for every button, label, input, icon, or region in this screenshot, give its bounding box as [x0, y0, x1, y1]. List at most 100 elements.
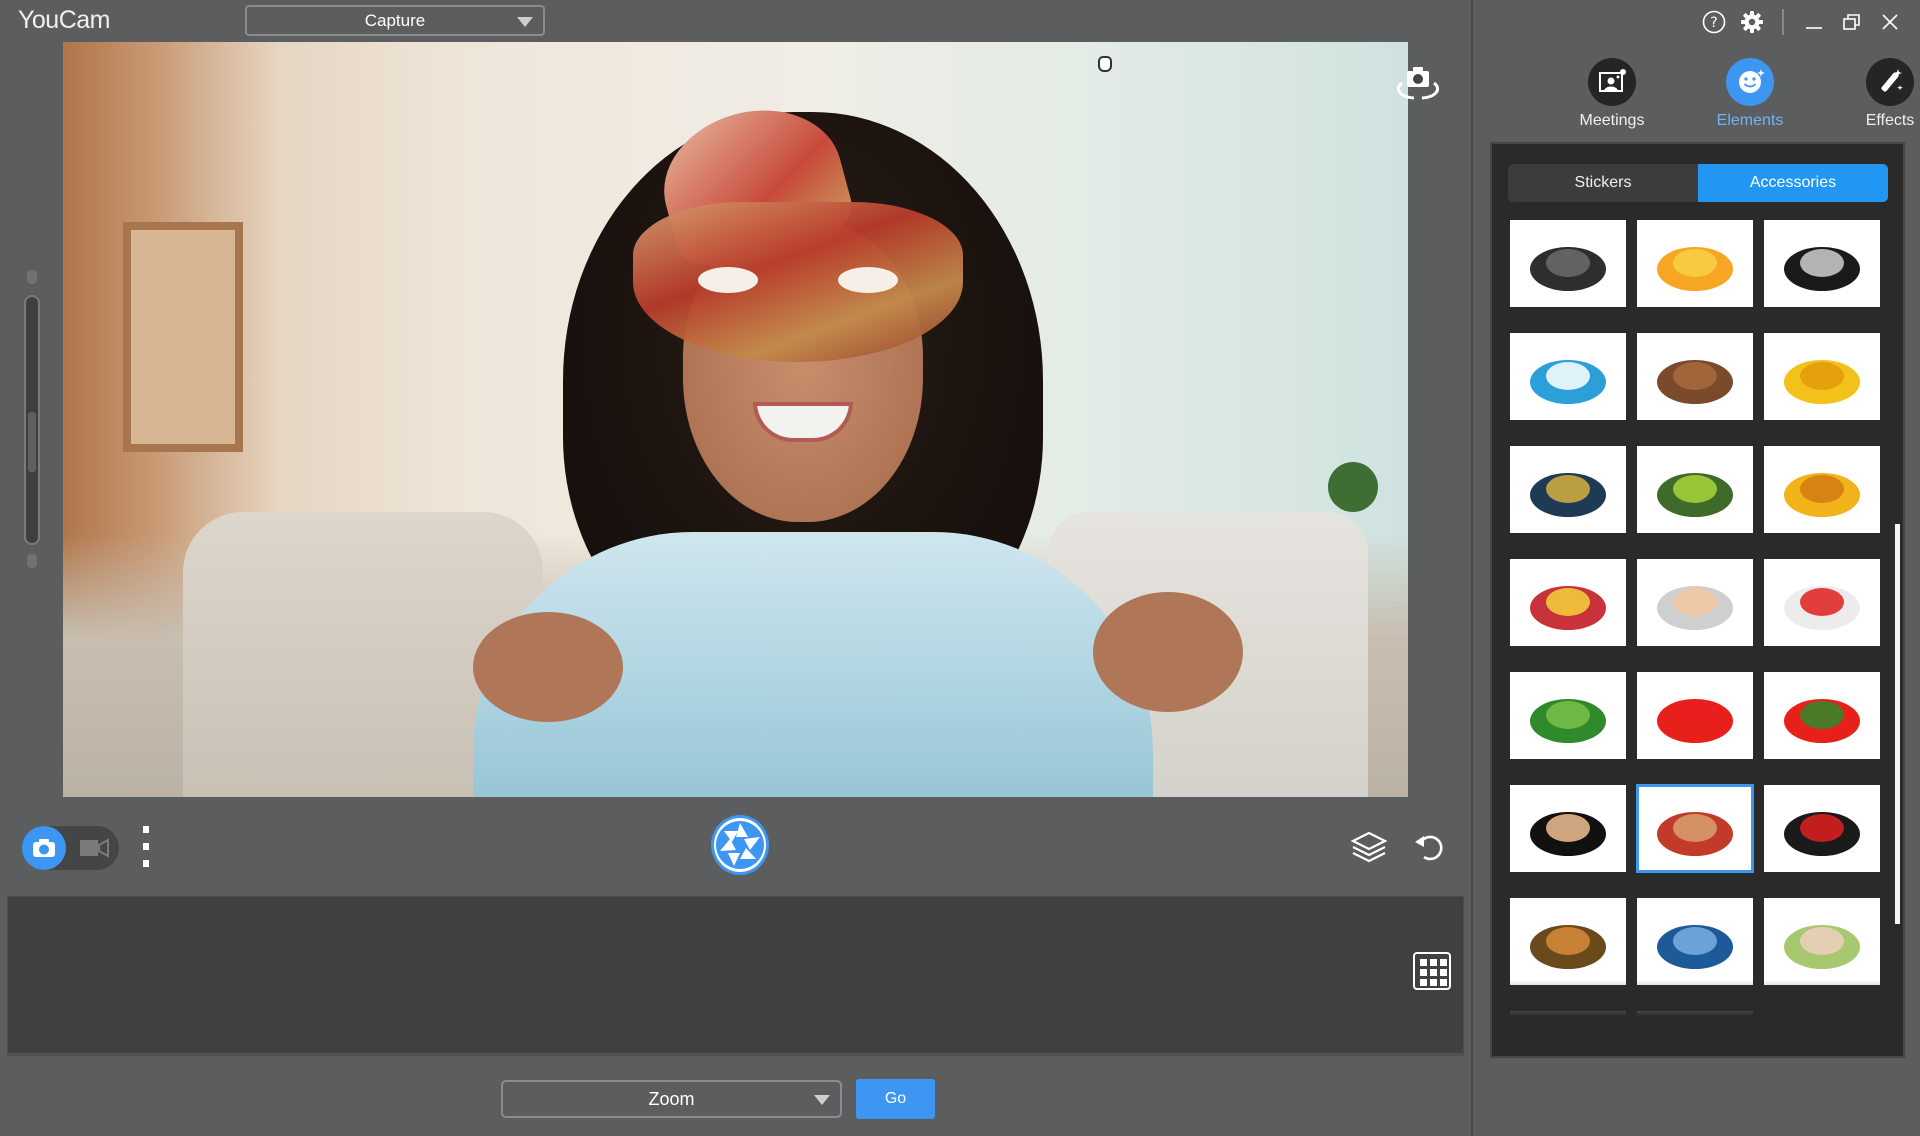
jester-mask-icon — [1523, 907, 1613, 977]
more-vertical-icon — [143, 826, 149, 833]
camera-preview[interactable] — [63, 42, 1408, 797]
accessory-thumb-party-hat-blue-stripes[interactable] — [1510, 333, 1626, 420]
blue-feather-mask-icon — [1650, 907, 1740, 977]
accessory-thumb-masquerade-mask-red[interactable] — [1636, 784, 1754, 873]
rotate-camera-button[interactable] — [1390, 65, 1446, 105]
video-mode-button[interactable] — [80, 838, 110, 858]
reindeer-antlers-icon — [1777, 681, 1867, 751]
photo-mode-button[interactable] — [22, 826, 66, 870]
grid-cell — [1430, 959, 1437, 966]
accessory-thumb-feather-headdress[interactable] — [1510, 559, 1626, 646]
mode-select[interactable]: Capture — [245, 5, 545, 36]
accessory-thumb-bowler-hat-monocle[interactable] — [1764, 785, 1880, 872]
shutter-icon — [716, 821, 764, 869]
camera-icon — [33, 839, 55, 857]
accessories-scrollbar[interactable] — [1895, 314, 1901, 924]
zoom-out-cap[interactable] — [27, 554, 37, 568]
tab-elements-circle — [1726, 58, 1774, 106]
accessory-thumb-reindeer-antlers[interactable] — [1764, 672, 1880, 759]
accessory-thumb-gas-mask[interactable] — [1510, 220, 1626, 307]
accessory-thumb-police-cap[interactable] — [1764, 220, 1880, 307]
conferencing-app-value: Zoom — [648, 1088, 695, 1109]
accessory-thumb-cowboy-hat[interactable] — [1637, 333, 1753, 420]
mode-select-value: Capture — [364, 10, 426, 30]
restore-button[interactable] — [1840, 10, 1864, 34]
minimize-button[interactable] — [1802, 10, 1826, 34]
minimize-icon — [1806, 27, 1822, 29]
accessory-thumb-party-hat-orange[interactable] — [1637, 220, 1753, 307]
cucumber-face-mask-icon — [1777, 907, 1867, 977]
cowboy-hat-icon — [1650, 342, 1740, 412]
tab-effects-circle — [1866, 58, 1914, 106]
settings-button[interactable] — [1740, 10, 1764, 34]
grid-icon — [1420, 959, 1427, 966]
side-panel: ? Meetings Elements Effects Stickers Acc… — [1473, 0, 1920, 1136]
accessories-grid — [1510, 220, 1882, 1040]
accessory-thumb-jester-mask[interactable] — [1510, 898, 1626, 985]
window-controls: ? — [1702, 8, 1902, 36]
party-hat-orange-icon — [1650, 229, 1740, 299]
layers-button[interactable] — [1350, 830, 1388, 864]
accessory-thumb-cucumber-face-mask[interactable] — [1764, 898, 1880, 985]
accessory-thumb-groucho-glasses[interactable] — [1510, 785, 1626, 872]
undo-button[interactable] — [1412, 830, 1446, 864]
accessory-thumb-blue-feather-mask[interactable] — [1637, 898, 1753, 985]
nurse-cap-icon — [1777, 568, 1867, 638]
grid-cell — [1430, 969, 1437, 976]
camouflage-helmet-icon — [1650, 455, 1740, 525]
accessory-thumb-nurse-cap[interactable] — [1764, 559, 1880, 646]
capture-control-bar — [0, 800, 1471, 895]
accessory-thumb-gold-tiara[interactable] — [1764, 446, 1880, 533]
help-button[interactable]: ? — [1702, 10, 1726, 34]
tab-meetings[interactable]: Meetings — [1557, 55, 1667, 140]
close-button[interactable] — [1878, 10, 1902, 34]
video-camera-icon — [80, 838, 109, 858]
zoom-slider-thumb[interactable] — [28, 412, 36, 472]
meetings-icon — [1599, 69, 1626, 92]
tab-effects[interactable]: Effects — [1835, 55, 1920, 140]
capture-gallery-strip[interactable] — [7, 896, 1464, 1056]
feather-headdress-icon — [1523, 568, 1613, 638]
accessory-thumb-camouflage-helmet[interactable] — [1637, 446, 1753, 533]
gallery-grid-button[interactable] — [1413, 952, 1451, 990]
more-dot — [143, 843, 149, 850]
mask-eye-left — [698, 267, 758, 293]
shutter-button[interactable] — [711, 815, 769, 875]
grid-cell — [1420, 969, 1427, 976]
accessory-thumb-graduation-cap[interactable] — [1510, 446, 1626, 533]
chevron-down-icon — [814, 1095, 830, 1105]
tribal-mask-icon — [1523, 1020, 1613, 1040]
window-controls-separator — [1782, 9, 1784, 35]
zoom-in-cap[interactable] — [27, 270, 37, 284]
watermelon-hat-icon — [1523, 681, 1613, 751]
accessory-thumb-gold-crown[interactable] — [1764, 333, 1880, 420]
accessory-thumb-chick-hat[interactable] — [1637, 1011, 1753, 1040]
more-options-button[interactable] — [141, 826, 151, 870]
svg-text:?: ? — [1710, 15, 1717, 31]
grid-cell — [1420, 979, 1427, 986]
chevron-down-icon — [517, 17, 533, 27]
groucho-glasses-icon — [1523, 794, 1613, 864]
zoom-slider-track[interactable] — [24, 295, 40, 545]
elements-panel: Stickers Accessories — [1490, 142, 1905, 1058]
conferencing-app-select[interactable]: Zoom — [501, 1080, 842, 1118]
accessories-scrollbar-thumb[interactable] — [1895, 524, 1900, 924]
rotate-camera-icon — [1397, 67, 1439, 100]
tab-elements[interactable]: Elements — [1695, 55, 1805, 140]
background-plant — [1328, 462, 1378, 512]
accessory-thumb-tribal-mask[interactable] — [1510, 1011, 1626, 1040]
go-button[interactable]: Go — [856, 1079, 935, 1119]
grid-cell — [1440, 969, 1447, 976]
accessory-thumb-clown-hat-nose[interactable] — [1637, 672, 1753, 759]
accessory-thumb-watermelon-hat[interactable] — [1510, 672, 1626, 759]
graduation-cap-icon — [1523, 455, 1613, 525]
photo-video-toggle[interactable] — [22, 826, 119, 870]
accessory-thumb-mouse-ears[interactable] — [1637, 559, 1753, 646]
undo-icon — [1415, 835, 1443, 861]
help-icon: ? — [1702, 10, 1726, 34]
segment-accessories[interactable]: Accessories — [1698, 164, 1888, 202]
hand-cursor-icon — [1098, 56, 1112, 72]
gear-icon — [1741, 11, 1763, 33]
segment-stickers[interactable]: Stickers — [1508, 164, 1698, 202]
zoom-slider[interactable] — [24, 270, 40, 570]
